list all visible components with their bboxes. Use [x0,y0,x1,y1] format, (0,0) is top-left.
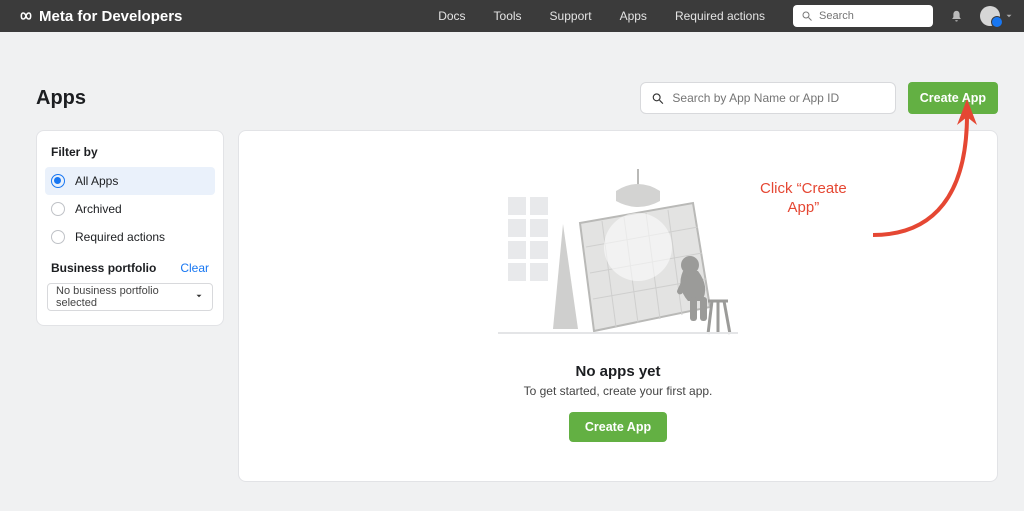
empty-illustration [498,169,738,339]
search-icon [801,10,813,22]
brand-text: Meta for Developers [39,8,182,25]
global-search-input[interactable] [819,10,919,22]
caret-down-icon [194,291,204,304]
nav-link-support[interactable]: Support [536,9,606,23]
nav-link-docs[interactable]: Docs [424,9,479,23]
account-menu[interactable] [980,6,1014,26]
top-nav: Meta for Developers Docs Tools Support A… [0,0,1024,32]
app-search[interactable] [640,82,896,114]
radio-icon [51,202,65,216]
page-header: Apps Create App [36,82,998,114]
filter-label: Archived [75,202,122,216]
empty-state-subtitle: To get started, create your first app. [524,384,713,398]
business-portfolio-select[interactable]: No business portfolio selected [47,283,213,311]
global-search[interactable] [793,5,933,27]
filter-sidebar: Filter by All Apps Archived Required act… [36,130,224,326]
filter-archived[interactable]: Archived [45,195,215,223]
brand-logo[interactable]: Meta for Developers [18,8,182,25]
business-portfolio-label: Business portfolio [51,261,156,275]
radio-icon [51,230,65,244]
filter-label: Required actions [75,230,165,244]
meta-infinity-icon [18,8,34,24]
filter-by-label: Filter by [45,143,215,167]
empty-create-app-button[interactable]: Create App [569,412,667,442]
filter-required-actions[interactable]: Required actions [45,223,215,251]
clear-portfolio-link[interactable]: Clear [180,261,209,275]
nav-link-required-actions[interactable]: Required actions [661,9,779,23]
apps-panel: No apps yet To get started, create your … [238,130,998,482]
portfolio-select-value: No business portfolio selected [56,285,194,309]
nav-link-apps[interactable]: Apps [606,9,661,23]
search-icon [651,91,665,106]
nav-link-tools[interactable]: Tools [480,9,536,23]
chevron-down-icon [1004,9,1014,24]
radio-icon [51,174,65,188]
empty-state-title: No apps yet [575,363,660,380]
app-search-input[interactable] [672,91,884,105]
bell-icon [949,9,964,24]
page-title: Apps [36,87,86,110]
filter-label: All Apps [75,174,118,188]
notifications-button[interactable] [949,9,964,24]
filter-all-apps[interactable]: All Apps [45,167,215,195]
create-app-button[interactable]: Create App [908,82,998,114]
avatar [980,6,1000,26]
